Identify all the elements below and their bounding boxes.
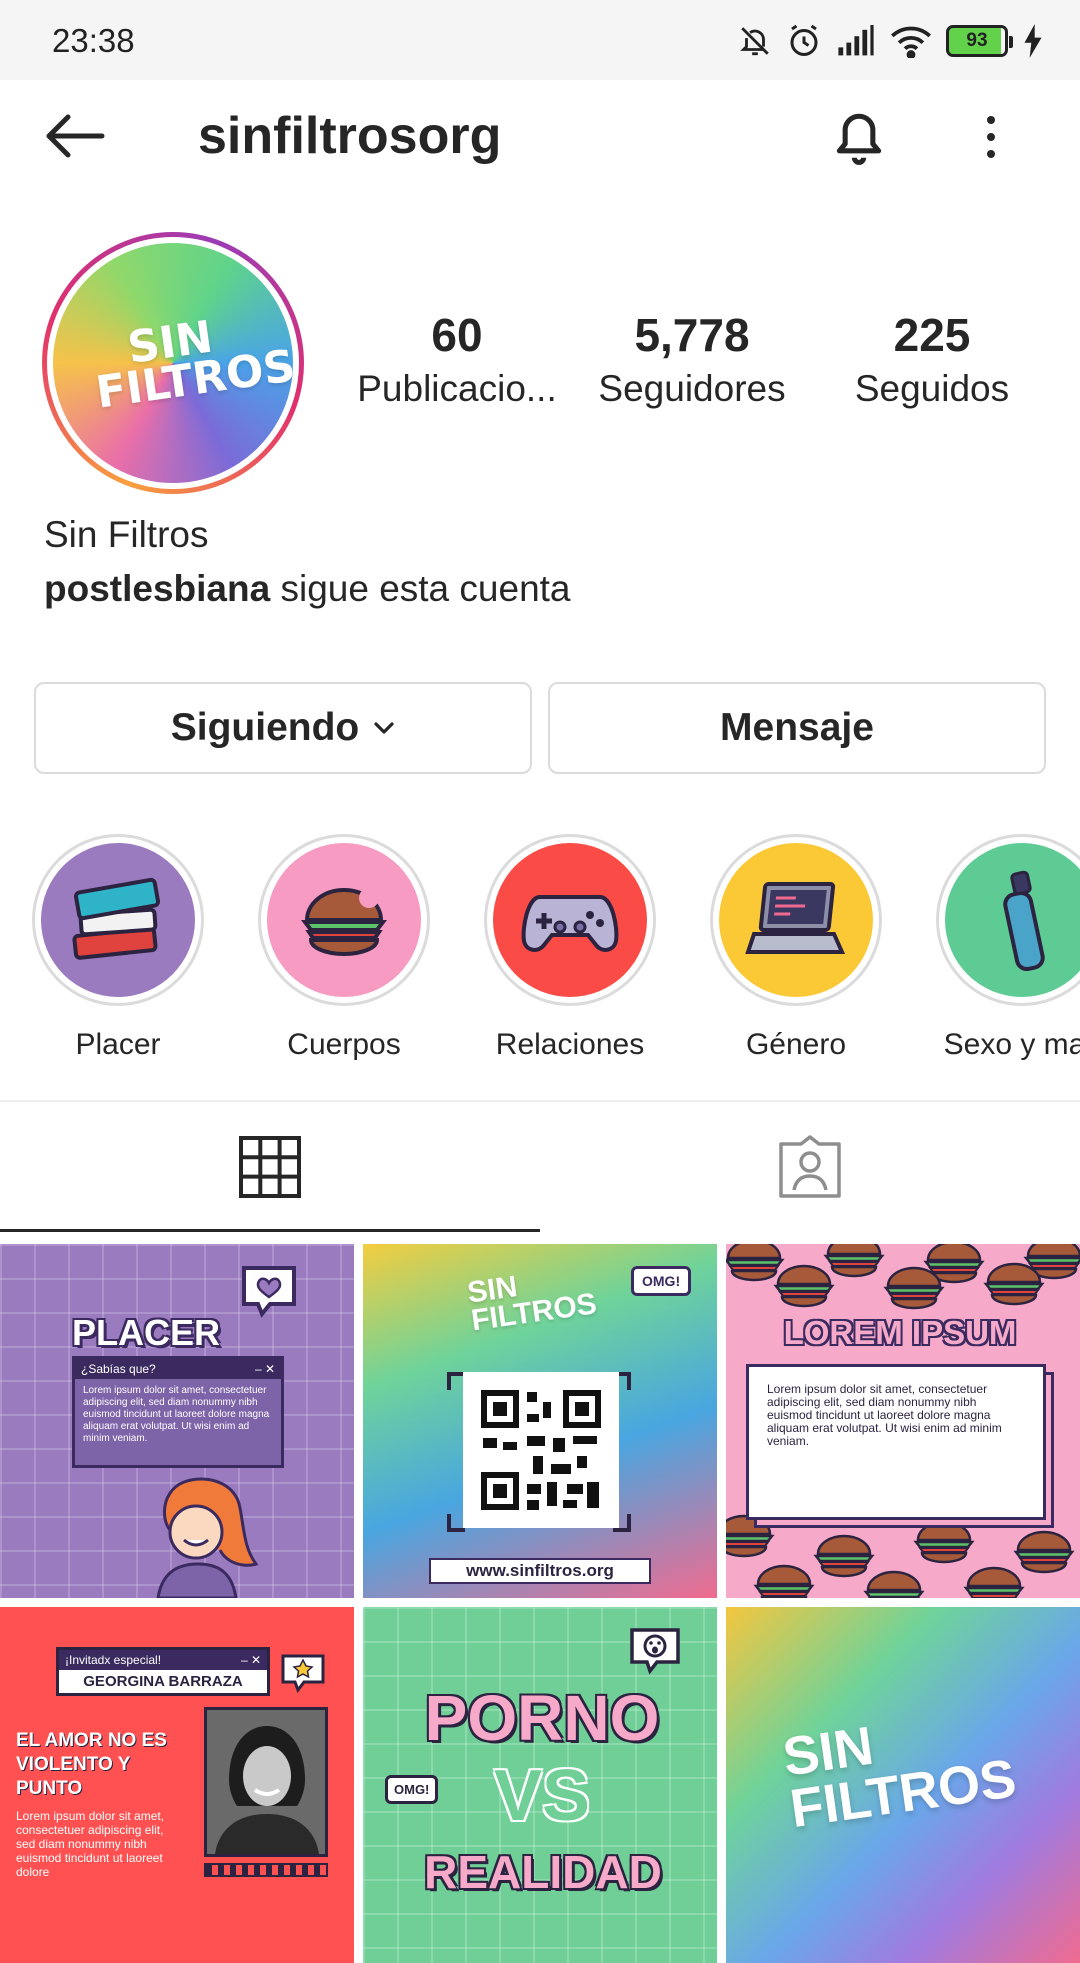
highlight-sexo-y-mas-label: Sexo y mas <box>943 1028 1080 1061</box>
person-photo <box>207 1710 325 1854</box>
gamepad-icon <box>521 895 619 952</box>
active-tab-indicator <box>0 1229 540 1232</box>
post-porno-line3: REALIDAD <box>424 1846 662 1898</box>
post-invitadx[interactable]: ¡Invitadx especial! – ✕ GEORGINA BARRAZA … <box>0 1607 354 1963</box>
highlight-sexo-y-mas[interactable]: Sexo y mas <box>936 834 1080 1062</box>
back-button[interactable] <box>40 104 110 168</box>
profile-header: sinfiltrosorg <box>0 80 1080 192</box>
post-placer-title: PLACER <box>72 1312 221 1353</box>
laptop-icon <box>745 882 846 954</box>
display-name: Sin Filtros <box>44 514 209 555</box>
tab-tagged[interactable] <box>540 1102 1080 1232</box>
highlight-relaciones-label: Relaciones <box>495 1028 645 1061</box>
highlight-cuerpos[interactable]: Cuerpos <box>258 834 430 1062</box>
profile-avatar[interactable]: SIN FILTROS <box>42 232 304 494</box>
post-qr-logo: SIN FILTROS <box>465 1270 599 1338</box>
status-time: 23:38 <box>52 22 135 59</box>
highlight-placer-label: Placer <box>75 1028 161 1061</box>
post-placer-window: ¿Sabías que? – ✕ Lorem ipsum dolor sit am… <box>72 1356 284 1468</box>
bottle-icon <box>1003 870 1045 972</box>
star-bubble-icon <box>281 1654 325 1693</box>
stat-followers-label: Seguidores <box>598 368 786 409</box>
window-controls-icon: – ✕ <box>254 1362 275 1376</box>
more-vertical-icon <box>987 116 995 158</box>
bell-off-icon <box>740 27 769 56</box>
highlight-genero-cover <box>719 843 873 997</box>
bell-icon <box>836 113 882 165</box>
post-sin-filtros-logo-text: SIN FILTROS <box>779 1715 1020 1840</box>
followed-by[interactable]: postlesbiana sigue esta cuenta <box>44 568 571 610</box>
post-sin-filtros-logo[interactable]: SIN FILTROS <box>726 1607 1080 1963</box>
chevron-down-icon <box>374 722 394 734</box>
highlight-cuerpos-label: Cuerpos <box>287 1028 401 1061</box>
following-button-label: Siguiendo <box>170 706 360 749</box>
stat-posts-label: Publicacio... <box>357 368 557 409</box>
stat-followers[interactable]: 5,778 Seguidores <box>588 308 796 410</box>
highlight-placer[interactable]: Placer <box>32 834 204 1062</box>
stat-following-count: 225 <box>893 309 971 361</box>
notifications-button[interactable] <box>824 102 894 172</box>
stat-posts-count: 60 <box>431 309 483 361</box>
surprised-bubble-icon <box>630 1628 680 1675</box>
sandwich-icon <box>301 888 387 956</box>
window-controls-icon: – ✕ <box>240 1653 261 1667</box>
books-icon <box>72 877 161 960</box>
battery-level: 93 <box>966 30 988 51</box>
post-invitadx-headline: EL AMOR NO ES VIOLENTO Y PUNTO <box>16 1730 167 1799</box>
tab-posts-grid[interactable] <box>0 1102 540 1232</box>
more-options-button[interactable] <box>966 102 1016 172</box>
post-porno-bubble: OMG! <box>385 1775 439 1804</box>
post-invitadx-window-title: ¡Invitadx especial! <box>65 1653 162 1667</box>
status-icons: 93 <box>738 18 1044 64</box>
post-placer[interactable]: PLACER ¿Sabías que? – ✕ Lorem ipsum dolor… <box>0 1244 354 1598</box>
post-placer-window-title: ¿Sabías que? <box>81 1362 156 1376</box>
tagged-person-icon <box>779 1135 841 1198</box>
header-username: sinfiltrosorg <box>198 107 502 165</box>
post-porno-line1: PORNO <box>424 1682 660 1754</box>
stat-following-label: Seguidos <box>854 368 1010 409</box>
message-button-label: Mensaje <box>720 706 874 749</box>
post-lorem-body: Lorem ipsum dolor sit amet, consectetuer… <box>767 1382 1002 1448</box>
grid-icon <box>239 1136 301 1198</box>
avatar-image: SIN FILTROS <box>53 243 299 483</box>
avatar-logo-text: SIN FILTROS <box>92 311 299 419</box>
post-lorem-title: LOREM IPSUM <box>783 1314 1017 1351</box>
highlight-relaciones-cover <box>493 843 647 997</box>
post-qr[interactable]: SIN FILTROS OMG! www.sinfiltros.org <box>363 1244 717 1598</box>
post-porno-vs-realidad[interactable]: PORNO VS OMG! REALIDAD <box>363 1607 717 1963</box>
heart-bubble-icon <box>242 1266 296 1318</box>
striped-bar <box>204 1863 328 1877</box>
guest-photo <box>204 1707 328 1857</box>
alarm-icon <box>790 24 818 56</box>
post-qr-url: www.sinfiltros.org <box>429 1558 651 1584</box>
charging-icon <box>1024 24 1042 58</box>
post-lorem-card: Lorem ipsum dolor sit amet, consectetuer… <box>746 1364 1046 1520</box>
followed-by-user: postlesbiana <box>44 568 271 609</box>
girl-illustration <box>156 1477 258 1598</box>
stat-posts[interactable]: 60 Publicacio... <box>352 308 562 410</box>
post-qr-bubble: OMG! <box>631 1266 692 1296</box>
highlight-cuerpos-cover <box>267 843 421 997</box>
arrow-left-icon <box>46 114 105 158</box>
following-button[interactable]: Siguiendo <box>34 682 532 774</box>
wifi-icon <box>891 26 931 58</box>
followed-by-text: sigue esta cuenta <box>270 568 571 609</box>
post-invitadx-guest: GEORGINA BARRAZA <box>83 1673 243 1690</box>
highlight-relaciones[interactable]: Relaciones <box>484 834 656 1062</box>
highlight-genero[interactable]: Género <box>710 834 882 1062</box>
highlight-placer-cover <box>41 843 195 997</box>
post-invitadx-body: Lorem ipsum dolor sit amet, consectetuer… <box>16 1809 165 1879</box>
post-lorem-ipsum[interactable]: LOREM IPSUM Lorem ipsum dolor sit amet, … <box>726 1244 1080 1598</box>
stat-followers-count: 5,778 <box>634 309 750 361</box>
battery-icon: 93 <box>946 25 1013 57</box>
signal-icon <box>838 25 874 56</box>
status-bar: 23:38 93 <box>0 0 1080 80</box>
highlight-genero-label: Género <box>745 1028 847 1061</box>
message-button[interactable]: Mensaje <box>548 682 1046 774</box>
post-placer-body: Lorem ipsum dolor sit amet, consectetuer… <box>83 1385 270 1444</box>
stat-following[interactable]: 225 Seguidos <box>832 308 1032 410</box>
highlight-sexo-y-mas-cover <box>945 843 1080 997</box>
post-invitadx-window: ¡Invitadx especial! – ✕ GEORGINA BARRAZA <box>56 1647 270 1696</box>
qr-code-icon <box>463 1372 619 1528</box>
